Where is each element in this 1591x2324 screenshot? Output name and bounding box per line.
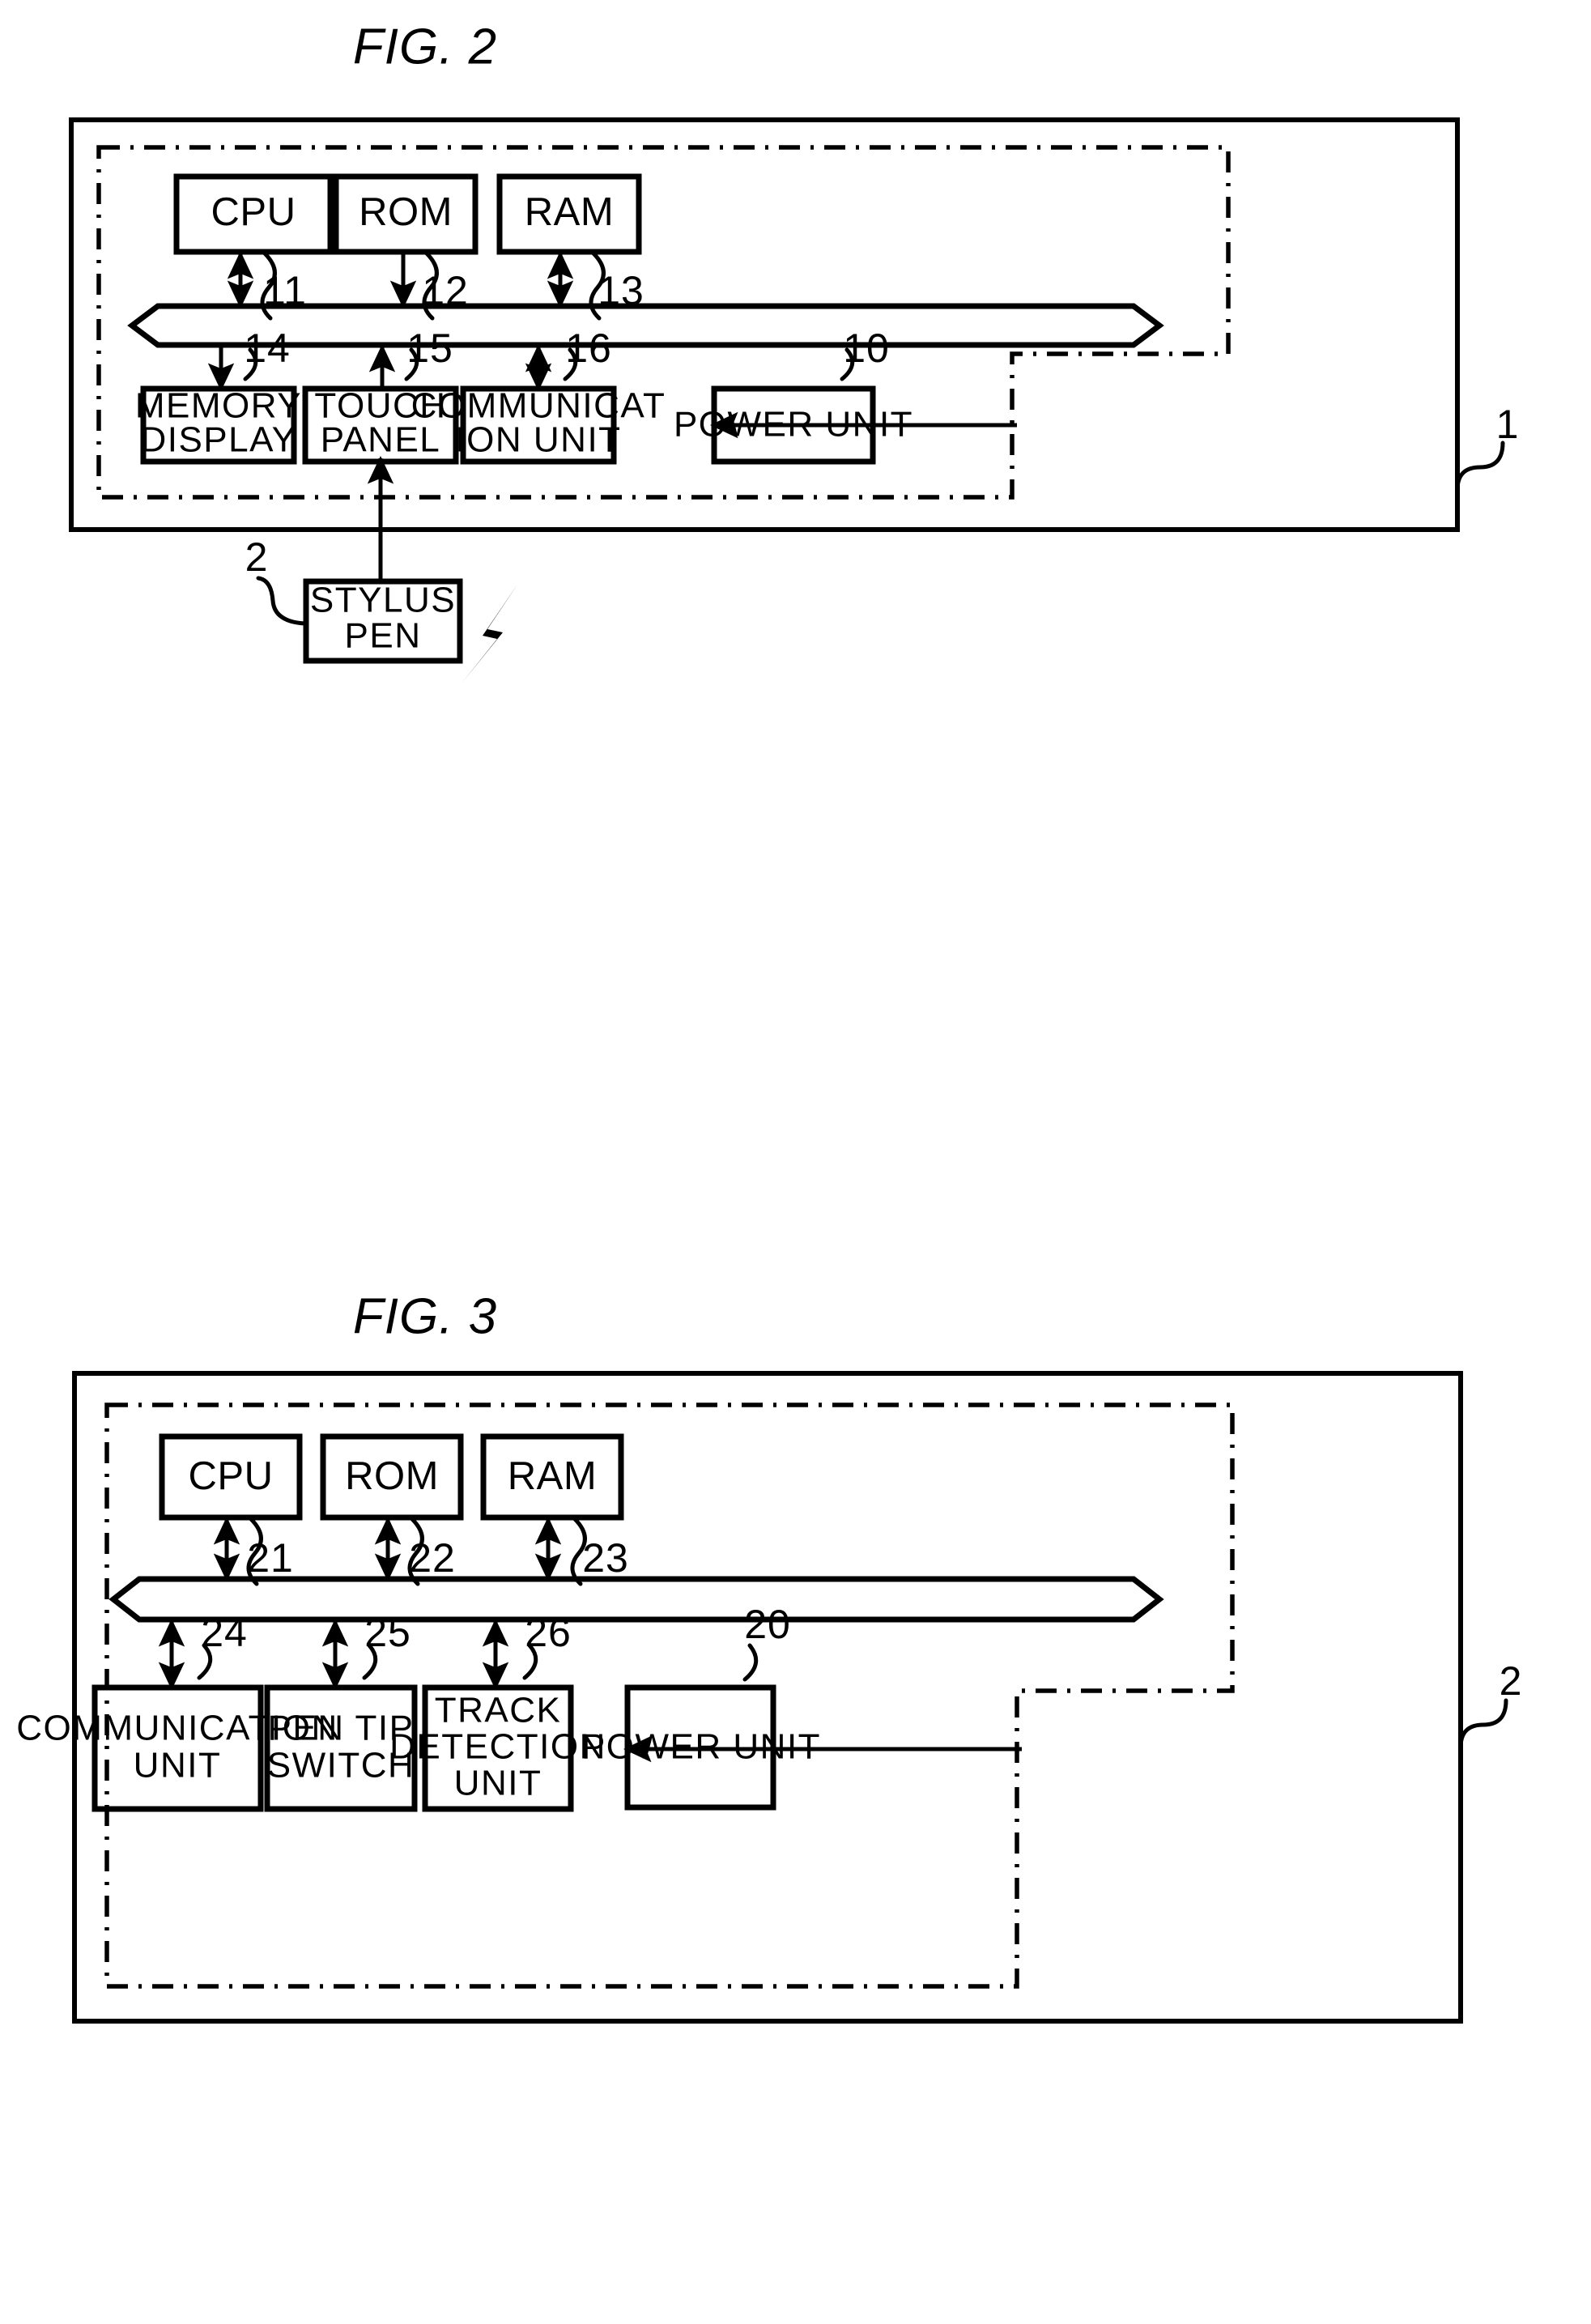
fig3-track-detection-unit-label-line1: TRACK [435, 1691, 562, 1730]
fig3-ref-26: 26 [525, 1610, 572, 1655]
fig3-ref-24: 24 [201, 1610, 248, 1655]
fig2-ref-15: 15 [406, 326, 453, 371]
fig3-power-unit-label: POWER UNIT [581, 1727, 821, 1767]
fig3-device-leader-line [1458, 1698, 1508, 1750]
fig3-ref-21: 21 [247, 1535, 294, 1581]
fig2-stylus-pen-label-line2: PEN [345, 616, 422, 656]
fig3-inner-boundary [104, 1402, 1235, 1989]
figure-2: FIG. 2 CPU 11 ROM 12 RAM 13 14 MEMORY DI… [69, 19, 1520, 683]
fig2-ref-10: 10 [843, 326, 890, 371]
fig2-ref-2: 2 [245, 534, 269, 580]
patent-drawing-sheet: FIG. 2 CPU 11 ROM 12 RAM 13 14 MEMORY DI… [0, 0, 1591, 2324]
fig3-rom-label: ROM [345, 1454, 439, 1498]
figure-3: FIG. 3 CPU 21 ROM 22 RAM 23 24 COMMUNICA… [16, 1288, 1523, 2024]
fig2-cpu-label: CPU [211, 190, 296, 234]
fig2-ref-1: 1 [1496, 402, 1520, 447]
fig2-device-leader-line [1455, 441, 1505, 492]
fig3-ref-20: 20 [744, 1602, 791, 1647]
fig3-communication-unit-label-line2: UNIT [134, 1746, 222, 1786]
fig2-ref-14: 14 [244, 326, 291, 371]
fig2-rom-label: ROM [359, 190, 453, 234]
fig2-communication-unit-label-line2: ION UNIT [455, 420, 621, 460]
fig2-stylus-pen-leader-line [256, 576, 308, 626]
fig2-stylus-pen-label-line1: STYLUS [310, 581, 456, 620]
fig3-track-detection-unit-label-line2: DETECTION [389, 1727, 606, 1767]
fig3-ref-23: 23 [582, 1535, 629, 1581]
fig3-ref-2: 2 [1500, 1658, 1523, 1704]
fig3-ref-22: 22 [409, 1535, 456, 1581]
figures-canvas: FIG. 2 CPU 11 ROM 12 RAM 13 14 MEMORY DI… [16, 19, 1523, 2024]
fig3-power-unit-leader-line [742, 1643, 759, 1682]
fig2-wireless-lightning-bolt-icon [462, 585, 517, 683]
fig3-system-bus [108, 1576, 1164, 1623]
fig3-ref-25: 25 [364, 1610, 411, 1655]
fig2-ref-16: 16 [565, 326, 612, 371]
figure-2-title: FIG. 2 [353, 19, 497, 74]
fig3-track-detection-unit-label-line3: UNIT [454, 1764, 542, 1803]
fig3-ram-label: RAM [508, 1454, 597, 1498]
fig2-memory-display-label-line2: DISPLAY [140, 420, 296, 460]
fig2-touch-panel-label-line2: PANEL [321, 420, 441, 460]
figure-3-title: FIG. 3 [353, 1288, 497, 1344]
fig3-cpu-label: CPU [189, 1454, 274, 1498]
fig2-ram-label: RAM [525, 190, 614, 234]
fig3-device-enclosure [72, 1371, 1463, 2024]
fig2-device-enclosure [69, 117, 1460, 532]
